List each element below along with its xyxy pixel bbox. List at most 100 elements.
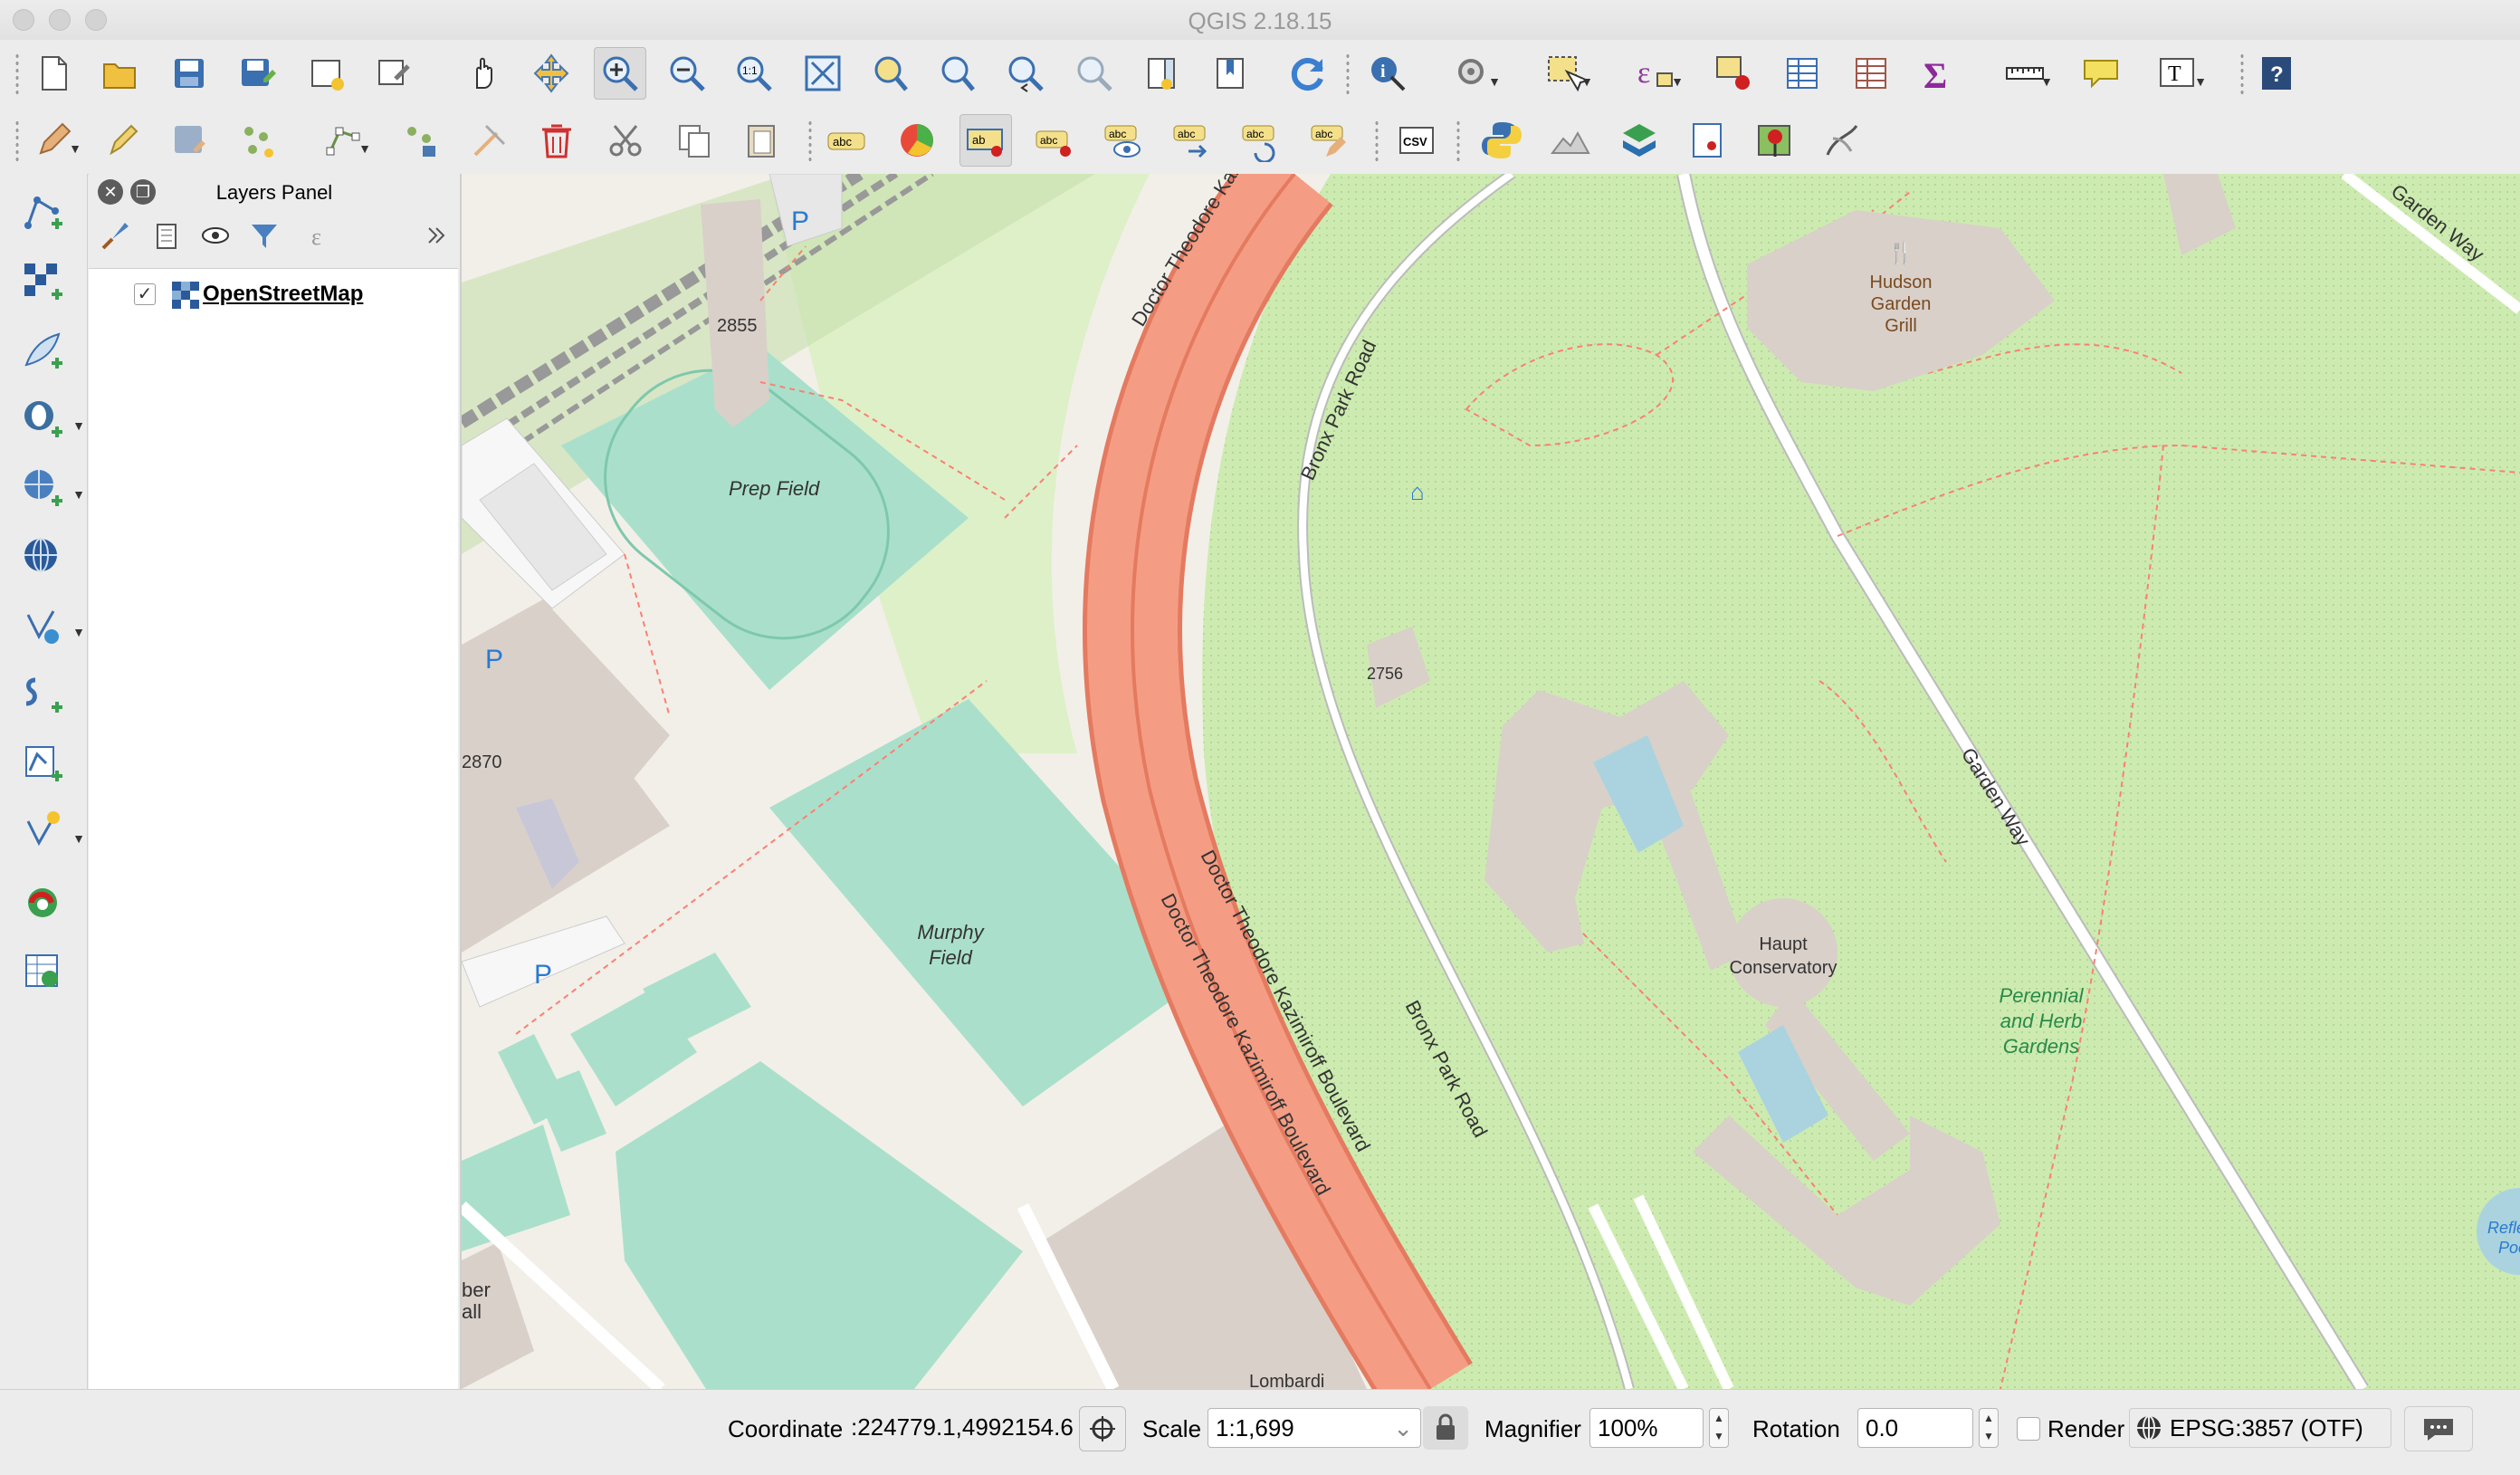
cut-features-icon[interactable]	[599, 114, 652, 167]
deselect-features-icon[interactable]	[1707, 47, 1760, 100]
messages-icon[interactable]	[2404, 1406, 2473, 1451]
layer-diagram-options-icon[interactable]	[891, 114, 943, 167]
toolbar-grip[interactable]	[1374, 120, 1379, 161]
more-tools-chevron-icon[interactable]	[416, 216, 456, 255]
identify-features-icon[interactable]: i	[1361, 47, 1414, 100]
scale-combobox[interactable]: 1:1,699 ⌄	[1208, 1408, 1421, 1448]
coordinate-field[interactable]: :224779.1,4992154.6	[849, 1408, 1075, 1448]
open-project-icon[interactable]	[94, 47, 147, 100]
layer-properties-icon[interactable]	[1682, 114, 1734, 167]
add-group-icon[interactable]	[147, 216, 186, 255]
georeferencer-icon[interactable]	[1749, 114, 1801, 167]
toolbar-grip[interactable]	[14, 53, 20, 94]
statistical-summary-icon[interactable]: Σ	[1912, 47, 1964, 100]
zoom-last-icon[interactable]	[999, 47, 1052, 100]
add-postgis-layer-icon[interactable]: ▼	[14, 391, 85, 447]
text-annotation-icon[interactable]: T ▼	[2152, 47, 2207, 100]
python-console-icon[interactable]	[1475, 114, 1528, 167]
paste-features-icon[interactable]	[735, 114, 788, 167]
pan-to-selection-icon[interactable]	[525, 47, 578, 100]
map-render[interactable]: Prep Field P 2870 P 2855 P Murphy Field …	[462, 174, 2520, 1389]
node-edit-icon[interactable]	[463, 114, 516, 167]
open-layer-styling-icon[interactable]	[96, 216, 136, 255]
add-oracle-layer-icon[interactable]	[14, 943, 71, 1000]
layer-item-openstreetmap[interactable]: ✓ OpenStreetMap	[134, 278, 363, 311]
help-contents-icon[interactable]: ?	[2250, 47, 2303, 100]
add-raster-layer-icon[interactable]	[14, 254, 71, 310]
add-gps-layer-icon[interactable]	[14, 875, 71, 931]
zoom-in-icon[interactable]	[594, 47, 646, 100]
select-by-expression-icon[interactable]: ε ▼	[1629, 47, 1684, 100]
save-project-icon[interactable]	[163, 47, 215, 100]
layer-visibility-checkbox[interactable]: ✓	[134, 283, 156, 305]
select-features-icon[interactable]: ▼	[1539, 47, 1593, 100]
field-calculator-icon[interactable]	[1845, 47, 1897, 100]
terrain-analysis-icon[interactable]	[1544, 114, 1597, 167]
shape-digitizing-icon[interactable]	[1816, 114, 1868, 167]
layer-labeling-options-icon[interactable]: abc	[820, 114, 873, 167]
add-feature-icon[interactable]	[232, 114, 284, 167]
composer-manager-icon[interactable]	[368, 47, 420, 100]
csv-import-icon[interactable]: CSV	[1390, 114, 1443, 167]
new-project-icon[interactable]	[27, 47, 80, 100]
zoom-to-layer-icon[interactable]	[931, 47, 983, 100]
rotation-spinbox-arrows[interactable]: ▲ ▼	[1979, 1408, 1999, 1448]
lock-scale-icon[interactable]	[1423, 1406, 1468, 1450]
magnifier-field[interactable]: 100%	[1589, 1408, 1704, 1448]
current-edits-icon[interactable]: ▼	[27, 114, 81, 167]
toolbar-grip[interactable]	[14, 120, 20, 161]
rotate-label-icon[interactable]: abc	[1235, 114, 1287, 167]
toolbar-grip[interactable]	[1345, 53, 1351, 94]
new-print-composer-icon[interactable]	[301, 47, 353, 100]
copy-features-icon[interactable]	[668, 114, 721, 167]
pan-map-icon[interactable]	[458, 47, 511, 100]
manage-layers-toolbar: ▼ ▼ ▼ ▼	[0, 174, 88, 1389]
move-feature-icon[interactable]	[395, 114, 447, 167]
save-as-icon[interactable]	[232, 47, 284, 100]
add-wms-layer-icon[interactable]: ▼	[14, 460, 85, 516]
zoom-next-icon[interactable]	[1068, 47, 1121, 100]
filter-legend-by-expression-icon[interactable]: ε	[304, 216, 344, 255]
toolbar-grip[interactable]	[1456, 120, 1461, 161]
add-wcs-layer-icon[interactable]	[14, 529, 71, 585]
toggle-editing-icon[interactable]	[96, 114, 148, 167]
measure-line-icon[interactable]: ▼	[1999, 47, 2053, 100]
open-attribute-table-icon[interactable]	[1776, 47, 1828, 100]
new-shapefile-layer-icon[interactable]	[14, 185, 71, 241]
delete-selected-icon[interactable]	[530, 114, 583, 167]
node-tool-icon[interactable]: ▼	[317, 114, 371, 167]
rotation-field[interactable]: 0.0	[1857, 1408, 1973, 1448]
manage-map-themes-icon[interactable]	[196, 216, 235, 255]
filter-legend-icon[interactable]	[244, 216, 284, 255]
zoom-to-selection-icon[interactable]	[864, 47, 916, 100]
add-spatialite-layer-icon[interactable]	[14, 322, 71, 378]
refresh-icon[interactable]	[1282, 47, 1334, 100]
add-virtual-layer-icon[interactable]	[14, 735, 71, 791]
map-tips-icon[interactable]	[2075, 47, 2127, 100]
toolbar-grip[interactable]	[807, 120, 813, 161]
new-map-view-icon[interactable]	[1135, 47, 1188, 100]
new-bookmark-icon[interactable]	[1204, 47, 1256, 100]
run-feature-action-icon[interactable]: ▼	[1446, 47, 1501, 100]
magnifier-spinbox-arrows[interactable]: ▲ ▼	[1709, 1408, 1729, 1448]
render-checkbox[interactable]	[2017, 1417, 2040, 1441]
change-label-icon[interactable]: abc	[1303, 114, 1356, 167]
save-layer-edits-icon[interactable]	[163, 114, 215, 167]
zoom-actual-size-icon[interactable]: 1:1	[728, 47, 780, 100]
processing-toolbox-icon[interactable]	[1613, 114, 1666, 167]
move-label-icon[interactable]: abc	[1166, 114, 1218, 167]
crs-status-button[interactable]: EPSG:3857 (OTF)	[2129, 1408, 2391, 1448]
highlight-pinned-labels-icon[interactable]: ab	[959, 114, 1012, 167]
zoom-out-icon[interactable]	[661, 47, 713, 100]
zoom-full-icon[interactable]	[797, 47, 849, 100]
toggle-extents-icon[interactable]	[1079, 1406, 1126, 1451]
add-vector-layer-icon[interactable]: ▼	[14, 598, 85, 654]
add-wfs-layer-icon[interactable]: ▼	[14, 804, 85, 860]
layer-name[interactable]: OpenStreetMap	[203, 282, 363, 307]
add-delimited-text-layer-icon[interactable]	[14, 666, 71, 723]
globe-icon	[2137, 1415, 2161, 1441]
show-hide-labels-icon[interactable]: abc	[1097, 114, 1150, 167]
map-canvas[interactable]: Prep Field P 2870 P 2855 P Murphy Field …	[462, 174, 2520, 1389]
pin-labels-icon[interactable]: abc	[1028, 114, 1081, 167]
toolbar-grip[interactable]	[2239, 53, 2245, 94]
